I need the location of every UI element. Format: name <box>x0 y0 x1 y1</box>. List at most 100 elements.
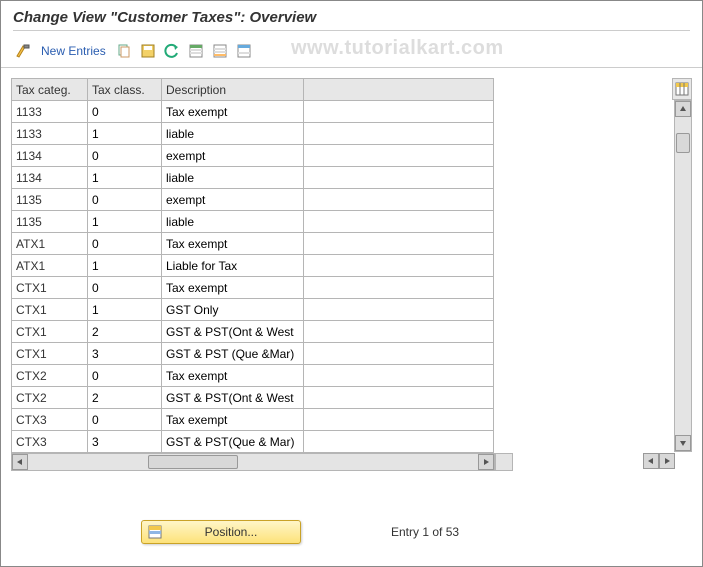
undo-icon[interactable] <box>162 41 182 61</box>
cell-blank <box>304 101 494 123</box>
cell-blank <box>304 123 494 145</box>
table-row[interactable]: ATX10Tax exempt <box>12 233 494 255</box>
cell-tax-class[interactable]: 0 <box>88 145 162 167</box>
cell-tax-class[interactable]: 0 <box>88 277 162 299</box>
cell-tax-class[interactable]: 2 <box>88 321 162 343</box>
position-button[interactable]: Position... <box>141 520 301 544</box>
cell-description[interactable]: exempt <box>162 189 304 211</box>
table-row[interactable]: CTX20Tax exempt <box>12 365 494 387</box>
col-header-tax-categ[interactable]: Tax categ. <box>12 79 88 101</box>
cell-tax-categ[interactable]: CTX1 <box>12 343 88 365</box>
scroll-up-icon[interactable] <box>675 101 691 117</box>
cell-tax-categ[interactable]: 1134 <box>12 145 88 167</box>
cell-description[interactable]: GST & PST(Que & Mar) <box>162 431 304 453</box>
scroll-right-icon[interactable] <box>478 454 494 470</box>
table-row[interactable]: 11331liable <box>12 123 494 145</box>
table-row[interactable]: ATX11Liable for Tax <box>12 255 494 277</box>
horizontal-scrollbar[interactable] <box>11 453 495 471</box>
cell-description[interactable]: GST & PST(Ont & West <box>162 387 304 409</box>
vertical-scrollbar[interactable] <box>674 100 692 452</box>
cell-tax-class[interactable]: 0 <box>88 101 162 123</box>
outer-scroll-right-icon[interactable] <box>659 453 675 469</box>
cell-tax-class[interactable]: 1 <box>88 211 162 233</box>
table-header-row: Tax categ. Tax class. Description <box>12 79 494 101</box>
cell-description[interactable]: Tax exempt <box>162 409 304 431</box>
cell-tax-categ[interactable]: CTX1 <box>12 321 88 343</box>
cell-tax-class[interactable]: 1 <box>88 167 162 189</box>
cell-description[interactable]: GST & PST (Que &Mar) <box>162 343 304 365</box>
table-row[interactable]: CTX13GST & PST (Que &Mar) <box>12 343 494 365</box>
table-row[interactable]: CTX11GST Only <box>12 299 494 321</box>
cell-description[interactable]: Tax exempt <box>162 277 304 299</box>
table-settings-icon[interactable] <box>234 41 254 61</box>
table-row[interactable]: CTX10Tax exempt <box>12 277 494 299</box>
cell-tax-categ[interactable]: CTX2 <box>12 365 88 387</box>
cell-tax-class[interactable]: 0 <box>88 189 162 211</box>
cell-tax-categ[interactable]: 1135 <box>12 189 88 211</box>
table-row[interactable]: CTX12GST & PST(Ont & West <box>12 321 494 343</box>
cell-tax-categ[interactable]: CTX2 <box>12 387 88 409</box>
cell-description[interactable]: Tax exempt <box>162 101 304 123</box>
table-row[interactable]: CTX30Tax exempt <box>12 409 494 431</box>
vscroll-track[interactable] <box>675 117 691 435</box>
cell-tax-categ[interactable]: ATX1 <box>12 233 88 255</box>
cell-tax-categ[interactable]: 1134 <box>12 167 88 189</box>
table-row[interactable]: 11341liable <box>12 167 494 189</box>
cell-tax-categ[interactable]: CTX3 <box>12 431 88 453</box>
cell-description[interactable]: GST Only <box>162 299 304 321</box>
cell-tax-categ[interactable]: CTX1 <box>12 277 88 299</box>
new-entries-button[interactable]: New Entries <box>37 41 110 61</box>
customer-taxes-table: Tax categ. Tax class. Description 11330T… <box>11 78 494 453</box>
cell-tax-categ[interactable]: 1135 <box>12 211 88 233</box>
title-divider <box>13 30 690 31</box>
cell-tax-class[interactable]: 3 <box>88 431 162 453</box>
table-row[interactable]: 11351liable <box>12 211 494 233</box>
table-row[interactable]: 11330Tax exempt <box>12 101 494 123</box>
toolbar-divider <box>1 67 702 68</box>
vscroll-thumb[interactable] <box>676 133 690 153</box>
select-all-icon[interactable] <box>186 41 206 61</box>
cell-blank <box>304 343 494 365</box>
cell-blank <box>304 387 494 409</box>
cell-description[interactable]: Tax exempt <box>162 233 304 255</box>
cell-tax-class[interactable]: 1 <box>88 299 162 321</box>
cell-tax-class[interactable]: 2 <box>88 387 162 409</box>
cell-tax-categ[interactable]: CTX3 <box>12 409 88 431</box>
table-config-icon[interactable] <box>672 78 692 100</box>
col-header-description[interactable]: Description <box>162 79 304 101</box>
cell-tax-class[interactable]: 0 <box>88 365 162 387</box>
hscroll-thumb[interactable] <box>148 455 238 469</box>
cell-description[interactable]: liable <box>162 123 304 145</box>
table-row[interactable]: CTX33GST & PST(Que & Mar) <box>12 431 494 453</box>
cell-description[interactable]: exempt <box>162 145 304 167</box>
cell-description[interactable]: GST & PST(Ont & West <box>162 321 304 343</box>
cell-tax-class[interactable]: 0 <box>88 409 162 431</box>
table-row[interactable]: CTX22GST & PST(Ont & West <box>12 387 494 409</box>
change-toggle-icon[interactable] <box>13 41 33 61</box>
table-row[interactable]: 11350exempt <box>12 189 494 211</box>
cell-tax-categ[interactable]: CTX1 <box>12 299 88 321</box>
scroll-left-icon[interactable] <box>12 454 28 470</box>
cell-tax-categ[interactable]: 1133 <box>12 101 88 123</box>
cell-description[interactable]: liable <box>162 167 304 189</box>
cell-blank <box>304 409 494 431</box>
outer-scroll-left-icon[interactable] <box>643 453 659 469</box>
scroll-down-icon[interactable] <box>675 435 691 451</box>
cell-description[interactable]: Tax exempt <box>162 365 304 387</box>
cell-tax-categ[interactable]: ATX1 <box>12 255 88 277</box>
cell-tax-class[interactable]: 0 <box>88 233 162 255</box>
col-header-tax-class[interactable]: Tax class. <box>88 79 162 101</box>
copy-icon[interactable] <box>114 41 134 61</box>
cell-tax-categ[interactable]: 1133 <box>12 123 88 145</box>
table-row[interactable]: 11340exempt <box>12 145 494 167</box>
save-icon[interactable] <box>138 41 158 61</box>
cell-tax-class[interactable]: 3 <box>88 343 162 365</box>
cell-description[interactable]: liable <box>162 211 304 233</box>
cell-tax-class[interactable]: 1 <box>88 123 162 145</box>
deselect-all-icon[interactable] <box>210 41 230 61</box>
cell-tax-class[interactable]: 1 <box>88 255 162 277</box>
hscroll-track[interactable] <box>28 454 478 470</box>
scroll-corner <box>495 453 513 471</box>
cell-blank <box>304 233 494 255</box>
cell-description[interactable]: Liable for Tax <box>162 255 304 277</box>
